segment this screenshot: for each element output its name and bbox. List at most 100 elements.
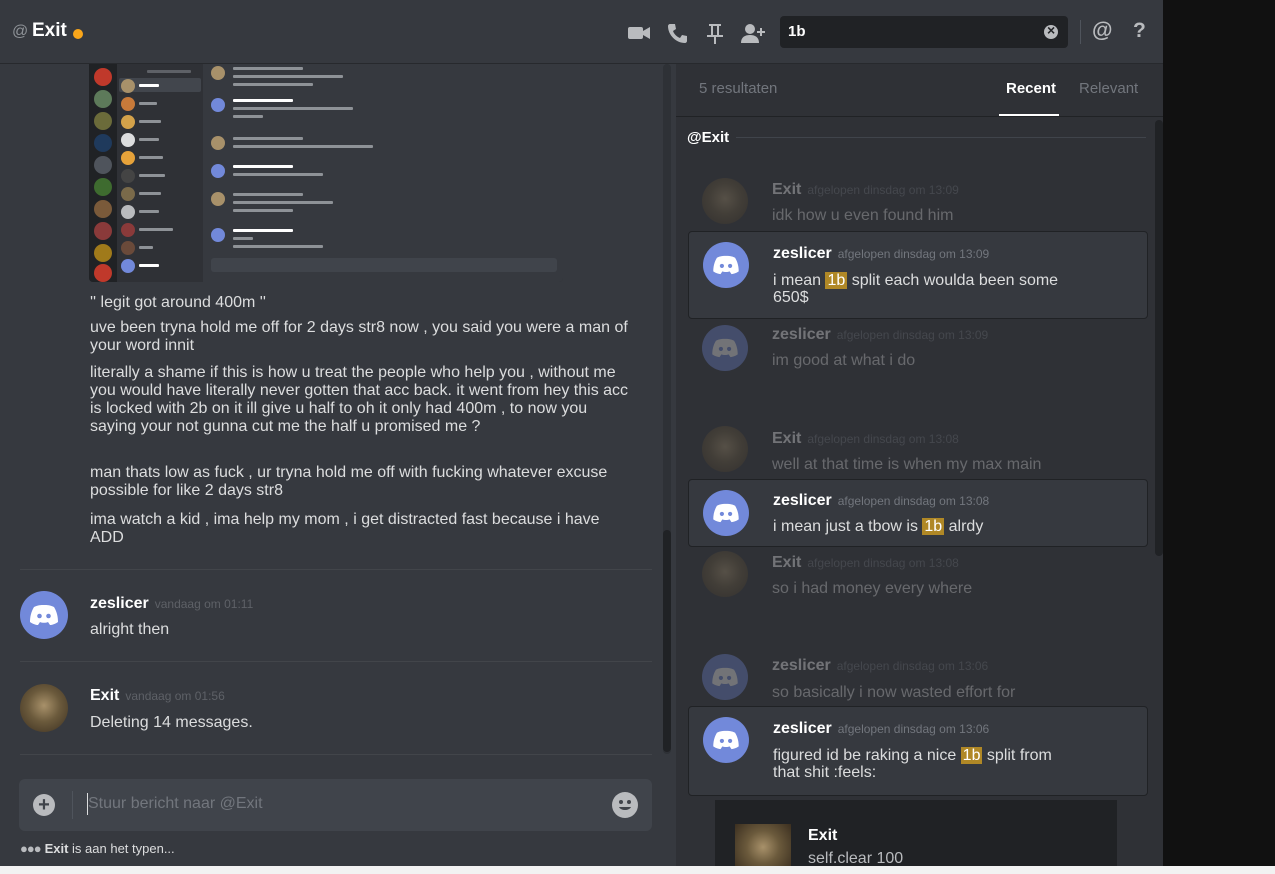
- result-author: zeslicer afgelopen dinsdag om 13:06: [773, 720, 990, 737]
- search-match: 1b: [960, 747, 983, 764]
- message-text: ima watch a kid , ima help my mom , i ge…: [90, 511, 600, 546]
- message-text: alright then: [90, 621, 170, 638]
- avatar: [702, 178, 748, 224]
- result-text: i mean just a tbow is 1b alrdy: [773, 518, 984, 535]
- avatar: [702, 654, 748, 700]
- result-preview-popup[interactable]: Exit self.clear 100: [715, 800, 1117, 866]
- typing-text: is aan het typen...: [72, 841, 175, 856]
- message-text: man thats low as fuck , ur tryna hold me…: [90, 464, 608, 499]
- discord-window: @ Exit 1b @ ?: [0, 0, 1163, 866]
- attachment-input-preview: [211, 258, 557, 272]
- avatar: [702, 551, 748, 597]
- avatar: [703, 717, 749, 763]
- outside-area: [1163, 0, 1275, 866]
- result-author: zeslicer afgelopen dinsdag om 13:08: [773, 492, 990, 509]
- idle-status-dot: [73, 29, 83, 39]
- result-text: im good at what i do: [772, 352, 916, 369]
- server-icon: [94, 264, 112, 282]
- add-friend-icon[interactable]: [740, 22, 765, 44]
- results-divider: [676, 116, 1163, 117]
- search-input[interactable]: 1b: [780, 16, 1068, 48]
- avatar[interactable]: [20, 591, 68, 639]
- upload-button[interactable]: +: [33, 794, 55, 816]
- message-timestamp: vandaag om 01:11: [154, 597, 254, 611]
- message-author[interactable]: Exit vandaag om 01:56: [90, 687, 225, 705]
- search-match: 1b: [922, 518, 945, 535]
- message-text: uve been tryna hold me off for 2 days st…: [90, 319, 628, 354]
- header-divider: [1080, 20, 1081, 44]
- avatar: [702, 426, 748, 472]
- result-channel-name[interactable]: @Exit: [687, 129, 729, 146]
- result-text: figured id be raking a nice 1b split fro…: [773, 747, 1052, 781]
- server-icon: [94, 244, 112, 262]
- message-divider: [20, 661, 652, 662]
- channel-divider: [736, 137, 1146, 138]
- result-text: i mean 1b split each woulda been some 65…: [773, 272, 1059, 306]
- message-divider: [20, 754, 652, 755]
- phone-call-icon[interactable]: [666, 22, 690, 44]
- attachment-chat-preview: [203, 64, 563, 282]
- popup-text: self.clear 100: [808, 850, 904, 866]
- search-result-context: zeslicer afgelopen dinsdag om 13:06 so ba…: [688, 652, 1148, 708]
- message-author[interactable]: zeslicer vandaag om 01:11: [90, 595, 253, 613]
- screen-edge: [0, 866, 1275, 874]
- results-scrollbar[interactable]: [1155, 120, 1163, 556]
- results-count: 5 resultaten: [699, 80, 778, 97]
- result-author: Exit afgelopen dinsdag om 13:08: [772, 430, 959, 447]
- result-author: zeslicer afgelopen dinsdag om 13:06: [772, 657, 989, 674]
- result-text: so basically i now wasted effort for: [772, 684, 1016, 701]
- server-icon: [94, 156, 112, 174]
- message-composer[interactable]: + Stuur bericht naar @Exit: [19, 779, 652, 831]
- avatar[interactable]: [20, 684, 68, 732]
- message-timestamp: vandaag om 01:56: [125, 689, 225, 703]
- composer-placeholder: Stuur bericht naar @Exit: [88, 795, 263, 812]
- tab-recent[interactable]: Recent: [1006, 80, 1056, 97]
- result-text: idk how u even found him: [772, 207, 954, 224]
- channel-header: @ Exit 1b @ ?: [0, 0, 1163, 64]
- attachment-server-list: [89, 64, 117, 282]
- tab-relevant[interactable]: Relevant: [1079, 80, 1138, 97]
- avatar: [735, 824, 791, 866]
- result-author: zeslicer afgelopen dinsdag om 13:09: [772, 326, 989, 343]
- result-author: Exit afgelopen dinsdag om 13:08: [772, 554, 959, 571]
- typing-indicator: ●●● Exit is aan het typen...: [20, 841, 175, 856]
- emoji-icon[interactable]: [612, 792, 638, 818]
- search-result[interactable]: zeslicer afgelopen dinsdag om 13:06 figur…: [688, 706, 1148, 796]
- search-results-panel: 5 resultaten Recent Relevant @Exit Exit a…: [676, 64, 1163, 866]
- result-author: Exit afgelopen dinsdag om 13:09: [772, 181, 959, 198]
- chat-scrollbar[interactable]: [663, 530, 671, 752]
- typing-dots-icon: ●●●: [20, 841, 42, 856]
- composer-divider: [72, 791, 73, 819]
- search-result[interactable]: zeslicer afgelopen dinsdag om 13:08 i mea…: [688, 479, 1148, 547]
- server-icon: [94, 200, 112, 218]
- at-icon: @: [12, 23, 29, 40]
- search-query: 1b: [788, 23, 806, 40]
- clear-search-icon[interactable]: [1044, 22, 1058, 39]
- message-text: Deleting 14 messages.: [90, 714, 253, 731]
- search-result-context: zeslicer afgelopen dinsdag om 13:09 im go…: [688, 321, 1148, 377]
- result-text: well at that time is when my max main: [772, 456, 1042, 473]
- video-call-icon[interactable]: [627, 22, 651, 44]
- server-icon: [94, 178, 112, 196]
- server-icon: [94, 134, 112, 152]
- search-result-context: Exit afgelopen dinsdag om 13:08 so i had …: [688, 549, 1148, 605]
- avatar: [703, 490, 749, 536]
- server-icon: [94, 112, 112, 130]
- mentions-button[interactable]: @: [1092, 19, 1112, 43]
- result-text: so i had money every where: [772, 580, 973, 597]
- server-icon: [94, 222, 112, 240]
- attachment-dm-list: [117, 64, 203, 282]
- message-text: '' legit got around 400m '': [90, 294, 266, 311]
- help-button[interactable]: ?: [1133, 19, 1146, 43]
- server-icon: [94, 68, 112, 86]
- search-result[interactable]: zeslicer afgelopen dinsdag om 13:09 i mea…: [688, 231, 1148, 319]
- search-match: 1b: [825, 272, 848, 289]
- message-text: literally a shame if this is how u treat…: [90, 364, 629, 435]
- popup-author: Exit: [808, 827, 838, 844]
- search-result-context: Exit afgelopen dinsdag om 13:09 idk how u…: [688, 174, 1148, 230]
- channel-title: Exit: [32, 20, 67, 41]
- image-attachment[interactable]: [89, 64, 563, 282]
- avatar: [702, 325, 748, 371]
- pin-icon[interactable]: [703, 22, 727, 44]
- server-icon: [94, 90, 112, 108]
